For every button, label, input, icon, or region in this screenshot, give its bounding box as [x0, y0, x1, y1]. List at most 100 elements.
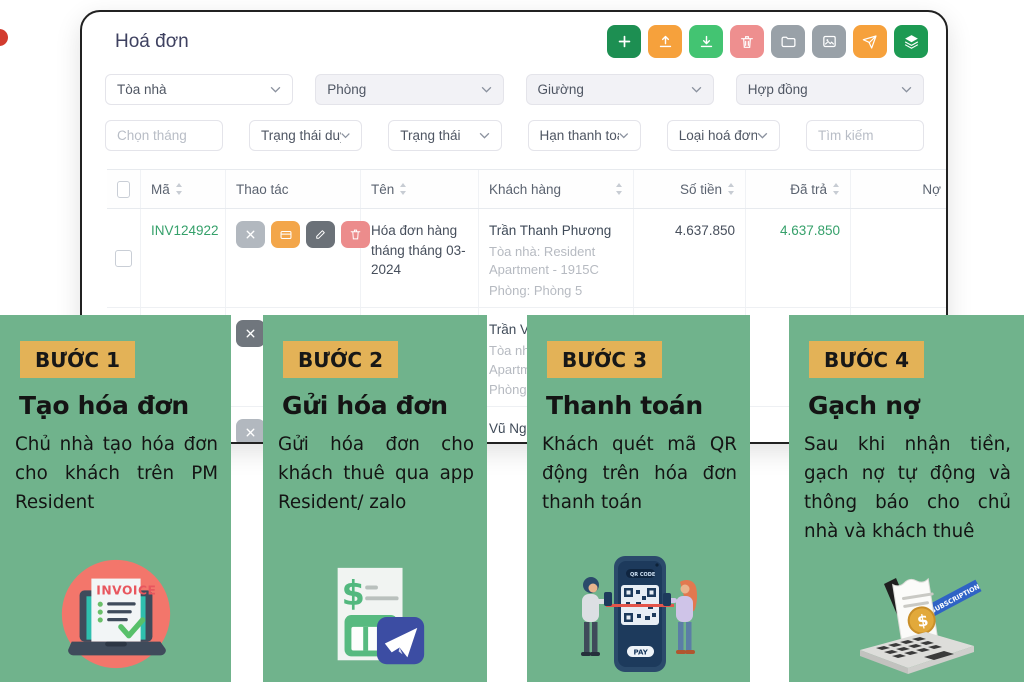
header-customer[interactable]: Khách hàng: [479, 170, 634, 208]
paper-plane-icon: [862, 34, 878, 50]
chevron-down-icon: [691, 86, 702, 93]
credit-card-icon: [279, 228, 293, 242]
step-title: Gửi hóa đơn: [282, 391, 469, 420]
plus-icon: [616, 33, 633, 50]
header-name[interactable]: Tên: [361, 170, 479, 208]
header-code[interactable]: Mã: [141, 170, 226, 208]
debt-value: 0: [851, 209, 948, 307]
step-title: Thanh toán: [546, 391, 732, 420]
svg-text:SUBSCRIPTION: SUBSCRIPTION: [929, 583, 981, 616]
send-button[interactable]: [853, 25, 887, 58]
layers-button[interactable]: [894, 25, 928, 58]
filter-due-date-select[interactable]: Hạn thanh toán: [528, 120, 641, 151]
filter-row-2: Trạng thái duyệt Trạng thái Hạn thanh to…: [105, 120, 924, 151]
sort-icon: [832, 182, 840, 196]
header-checkbox-cell: [107, 170, 141, 208]
step-card-1: BƯỚC 1 Tạo hóa đơn Chủ nhà tạo hóa đơn c…: [0, 315, 231, 682]
download-button[interactable]: [689, 25, 723, 58]
cancel-invoice-button[interactable]: [236, 320, 265, 347]
step-card-3: BƯỚC 3 Thanh toán Khách quét mã QR động …: [527, 315, 750, 682]
filter-building-select[interactable]: Tòa nhà: [105, 74, 293, 105]
invoice-laptop-icon: INVOICE: [52, 554, 180, 680]
qr-payment-icon: QR CODE PAY: [564, 552, 714, 680]
debt-clear-icon: SUBSCRIPTION $: [832, 558, 982, 680]
select-all-checkbox[interactable]: [117, 181, 130, 198]
svg-text:$: $: [342, 574, 365, 613]
table-row: INV124922 Hóa đơn hàng tháng tháng 03-20…: [107, 209, 948, 308]
filter-row-1: Tòa nhà Phòng Giường Hợp đồng: [105, 74, 924, 105]
step-badge: BƯỚC 3: [547, 341, 662, 378]
sort-icon: [615, 182, 623, 196]
header-paid[interactable]: Đã trả: [746, 170, 851, 208]
upload-icon: [657, 33, 674, 50]
folder-button[interactable]: [771, 25, 805, 58]
chevron-down-icon: [757, 132, 768, 139]
image-button[interactable]: [812, 25, 846, 58]
close-icon: [244, 327, 257, 340]
edit-icon: [314, 228, 327, 241]
edit-invoice-button[interactable]: [306, 221, 335, 248]
sort-icon: [399, 182, 407, 196]
step-title: Gạch nợ: [808, 391, 1006, 420]
amount-value: 4.637.850: [634, 209, 746, 307]
step-badge: BƯỚC 2: [283, 341, 398, 378]
sort-icon: [946, 182, 948, 196]
page-title: Hoá đơn: [115, 31, 189, 53]
chevron-down-icon: [270, 86, 281, 93]
step-card-2: BƯỚC 2 Gửi hóa đơn Gửi hóa đơn cho khách…: [263, 315, 487, 682]
delete-button[interactable]: [730, 25, 764, 58]
header-actions: Thao tác: [226, 170, 361, 208]
svg-text:INVOICE: INVOICE: [96, 583, 156, 597]
chevron-down-icon: [901, 86, 912, 93]
chevron-down-icon: [481, 86, 492, 93]
header-debt[interactable]: Nợ: [851, 170, 948, 208]
row-checkbox-cell: [107, 209, 141, 307]
cancel-invoice-button[interactable]: [236, 419, 265, 444]
upload-button[interactable]: [648, 25, 682, 58]
step-body: Gửi hóa đơn cho khách thuê qua app Resid…: [278, 431, 474, 518]
step-card-4: BƯỚC 4 Gạch nợ Sau khi nhận tiền, gạch n…: [789, 315, 1024, 682]
filter-invoice-type-select[interactable]: Loại hoá đơn: [667, 120, 780, 151]
step-body: Chủ nhà tạo hóa đơn cho khách trên PM Re…: [15, 431, 218, 518]
close-icon: [244, 426, 257, 439]
download-icon: [698, 33, 715, 50]
sort-icon: [727, 182, 735, 196]
chevron-down-icon: [479, 132, 490, 139]
add-invoice-button[interactable]: [607, 25, 641, 58]
filter-bed-select[interactable]: Giường: [526, 74, 714, 105]
row-checkbox[interactable]: [115, 250, 132, 267]
step-body: Khách quét mã QR động trên hóa đơn thanh…: [542, 431, 737, 518]
sort-icon: [175, 182, 183, 196]
payment-card-button[interactable]: [271, 221, 300, 248]
filter-status-select[interactable]: Trạng thái: [388, 120, 501, 151]
step-body: Sau khi nhận tiền, gạch nợ tự động và th…: [804, 431, 1011, 547]
month-input[interactable]: [105, 120, 223, 151]
toolbar: [607, 25, 928, 58]
invoice-code[interactable]: INV124922: [141, 209, 226, 307]
filter-approval-status-select[interactable]: Trạng thái duyệt: [249, 120, 362, 151]
filter-contract-select[interactable]: Hợp đồng: [736, 74, 924, 105]
page-edge-red-dot: [0, 29, 8, 46]
customer-building: Tòa nhà: Resident Apartment - 1915C: [489, 243, 623, 281]
customer-room: Phòng: Phòng 5: [489, 282, 623, 301]
invoice-name: Hóa đơn hàng tháng tháng 03-2024: [361, 209, 479, 307]
trash-icon: [739, 34, 755, 50]
layers-icon: [903, 33, 920, 50]
paid-value: 4.637.850: [746, 209, 851, 307]
step-title: Tạo hóa đơn: [19, 391, 213, 420]
customer-name[interactable]: Trần Thanh Phương: [489, 221, 623, 241]
chevron-down-icon: [619, 132, 629, 139]
filter-room-select[interactable]: Phòng: [315, 74, 503, 105]
folder-icon: [780, 33, 797, 50]
step-badge: BƯỚC 1: [20, 341, 135, 378]
cancel-invoice-button[interactable]: [236, 221, 265, 248]
row-actions: [236, 221, 350, 248]
image-icon: [821, 33, 838, 50]
svg-text:QR CODE: QR CODE: [630, 572, 656, 578]
table-header-row: Mã Thao tác Tên Khách hàng Số tiền Đã tr…: [107, 169, 948, 209]
step-badge: BƯỚC 4: [809, 341, 924, 378]
header-amount[interactable]: Số tiền: [634, 170, 746, 208]
search-input[interactable]: [806, 120, 924, 151]
invoice-send-icon: $: [316, 560, 434, 680]
close-icon: [244, 228, 257, 241]
